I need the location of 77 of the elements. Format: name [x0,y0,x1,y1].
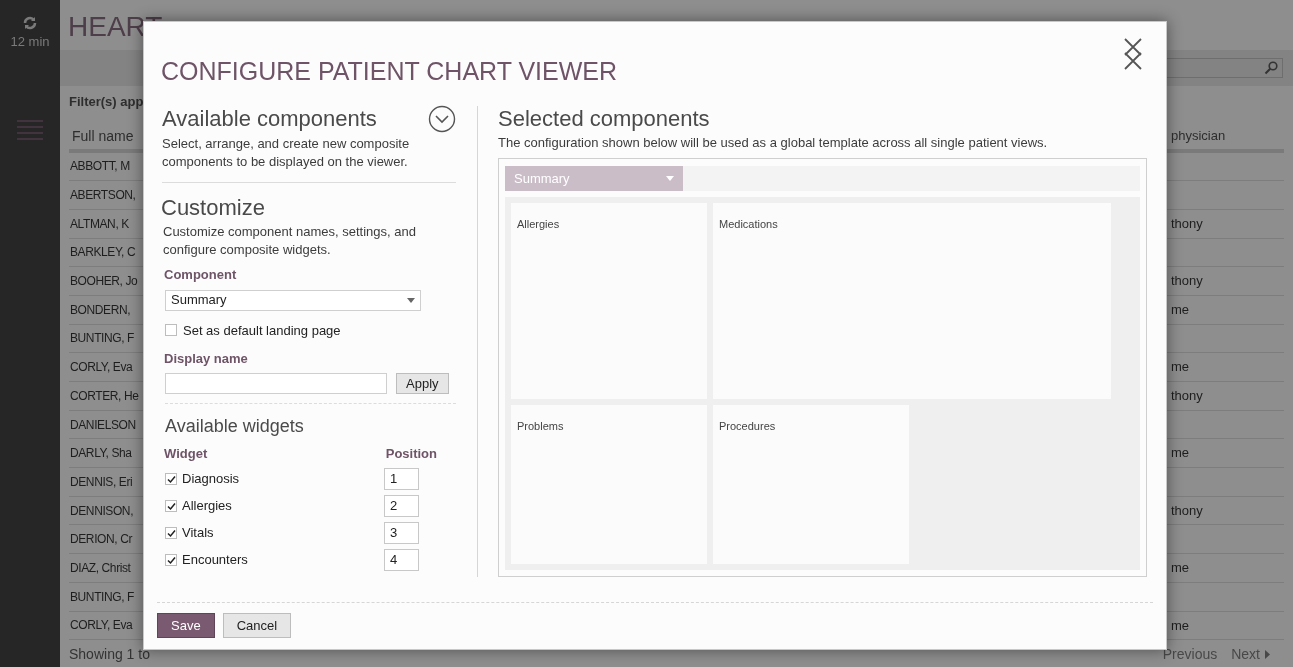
default-landing-checkbox[interactable] [165,324,177,337]
caret-icon [407,297,415,303]
cancel-button[interactable]: Cancel [222,613,292,638]
component-card[interactable]: Allergies [511,203,707,399]
table-cell-text: me [1171,358,1191,377]
dialog-title: CONFIGURE PATIENT CHART VIEWER [161,56,618,86]
section-description: Customize component names, settings, and configure composite widgets. [162,223,417,259]
card-title: Medications [719,218,778,230]
refresh-interval: 12 min [10,33,50,51]
filter-label: Filter(s) app [69,93,145,111]
table-cell-text: DIAZ, Christ [70,559,131,577]
table-cell-text: CORTER, He [70,387,139,405]
section-description: The configuration shown below will be used as a global template across all single patient views. [498,134,1049,152]
position-field[interactable]: 2 [384,495,419,517]
card-title: Problems [517,420,564,432]
caret-icon [666,176,674,181]
refresh-icon[interactable] [23,16,37,30]
section-description: Select, arrange, and create new composite components to be displayed on the viewer. [162,135,411,171]
component-dropdown[interactable]: Summary [165,289,421,311]
table-cell-text: thony [1171,387,1204,406]
table-cell-text: ALTMAN, K [70,215,129,233]
card-title: Allergies [517,218,560,230]
column-header: Widget [164,444,208,463]
caret-right-icon [1265,650,1270,660]
position-field[interactable]: 1 [384,468,419,490]
section-heading: Available widgets [165,414,305,438]
position-field[interactable]: 3 [384,522,419,544]
table-cell-text: DERION, Cr [70,531,132,549]
card-title: Procedures [719,420,776,432]
search-icon [1264,61,1278,75]
table-cell-text: CORLY, Eva [70,359,133,377]
table-cell-text: BOOHER, Jo [70,273,138,291]
column-header[interactable]: physician [1171,125,1281,147]
table-cell-text: thony [1171,501,1204,520]
table-cell-text: me [1171,301,1191,320]
display-name-field[interactable] [165,372,387,394]
position-field[interactable]: 4 [384,549,419,571]
widget-name: Allergies [182,497,232,516]
component-card[interactable]: Procedures [713,405,909,564]
table-cell-text: me [1171,616,1191,635]
table-cell-text: CORLY, Eva [70,617,133,635]
widget-checkbox[interactable] [165,473,177,485]
table-cell-text: thony [1171,272,1204,291]
table-cell-text: BUNTING, F [70,588,134,606]
table-cell-text: me [1171,444,1191,463]
field-label: Display name [163,350,249,368]
section-heading: Customize [161,195,266,221]
widget-checkbox[interactable] [165,527,177,539]
table-cell-text: ABBOTT, M [70,158,130,176]
widget-name: Encounters [182,551,248,570]
table-cell-text: BARKLEY, C [70,244,136,262]
widget-checkbox[interactable] [165,554,177,566]
section-heading: Selected components [498,106,711,132]
table-cell-text: DARLY, Sha [70,445,132,463]
table-cell-text: DENNIS, Eri [70,473,133,491]
apply-button[interactable]: Apply [396,372,449,394]
widget-name: Vitals [182,524,214,543]
table-cell-text: BONDERN, [70,301,131,319]
checkbox-label: Set as default landing page [183,321,341,340]
field-label: Component [163,266,238,284]
table-cell-text: DANIELSON [70,416,136,434]
column-header[interactable]: Full name [72,125,134,147]
component-card[interactable]: Medications [713,203,1111,399]
chevron-down-icon[interactable] [428,105,456,133]
table-cell-text: BUNTING, F [70,330,134,348]
column-header: Position [385,444,437,463]
close-icon[interactable] [1123,38,1143,70]
component-card[interactable]: Problems [511,405,707,564]
table-cell-text: me [1171,559,1191,578]
entries-count: Showing 1 to [69,645,150,665]
table-cell-text: DENNISON, [70,502,134,520]
section-heading: Available components [162,106,377,132]
widget-checkbox[interactable] [165,500,177,512]
table-cell-text: ABERTSON, [70,187,136,205]
save-button[interactable]: Save [157,613,215,638]
widget-name: Diagnosis [182,470,240,489]
table-cell-text: thony [1171,214,1204,233]
